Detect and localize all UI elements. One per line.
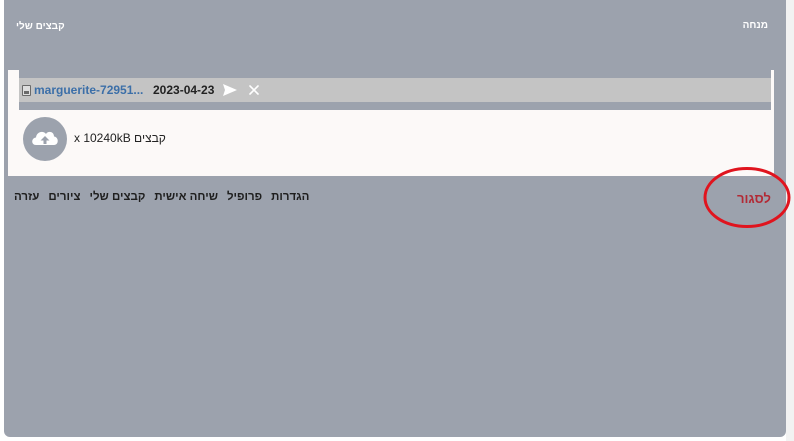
mentor-label: מנחה xyxy=(742,20,768,31)
row-divider xyxy=(19,102,771,110)
upload-limit-text: קבצים x 10240kB xyxy=(74,131,166,145)
menu-item-settings[interactable]: הגדרות xyxy=(271,191,309,207)
image-file-icon xyxy=(22,85,31,96)
menu-item-private-chat[interactable]: שיחה אישית xyxy=(154,191,218,207)
row-divider xyxy=(19,70,771,78)
close-icon[interactable] xyxy=(248,83,260,97)
scrollbar-track[interactable] xyxy=(786,0,794,441)
file-date: 2023-04-23 xyxy=(153,83,215,97)
window-header: קבצים שלי מנחה xyxy=(4,0,786,54)
bottom-menu: עזרה ציורים קבצים שלי שיחה אישית פרופיל … xyxy=(14,191,309,207)
close-button[interactable]: לסגור xyxy=(737,191,771,206)
upload-button[interactable] xyxy=(23,117,67,161)
file-name-link[interactable]: marguerite-72951... xyxy=(34,83,143,97)
files-panel: marguerite-72951... 2023-04-23 קבצים x 1… xyxy=(8,70,774,176)
send-icon[interactable] xyxy=(222,83,238,97)
files-window: קבצים שלי מנחה marguerite-72951... 2023-… xyxy=(4,0,786,437)
file-list-item: marguerite-72951... 2023-04-23 xyxy=(19,70,771,110)
cloud-upload-icon xyxy=(32,131,58,145)
menu-item-profile[interactable]: פרופיל xyxy=(227,191,262,207)
menu-item-drawings[interactable]: ציורים xyxy=(48,191,80,207)
window-title: קבצים שלי xyxy=(16,21,65,32)
menu-item-my-files[interactable]: קבצים שלי xyxy=(89,191,145,207)
file-bar: marguerite-72951... 2023-04-23 xyxy=(19,78,771,102)
menu-item-help[interactable]: עזרה xyxy=(14,191,39,207)
